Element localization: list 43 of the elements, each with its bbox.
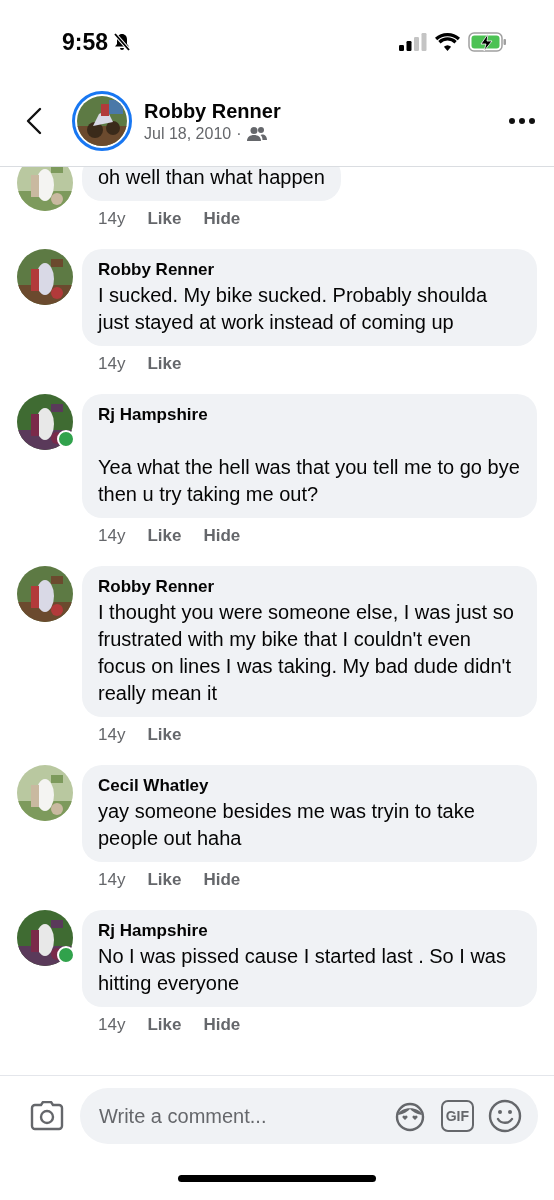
signal-icon [399,33,427,51]
comment-time: 14y [98,1015,126,1035]
commenter-name[interactable]: Robby Renner [98,258,521,282]
comment-action-link[interactable]: Hide [203,870,241,890]
gif-button[interactable]: GIF [440,1100,474,1132]
camera-icon [30,1101,64,1131]
more-icon [508,117,536,125]
comment-text: yay someone besides me was tryin to take people out haha [98,799,476,851]
status-time: 9:58 [62,28,109,56]
comment-action-link[interactable]: Like [147,354,182,374]
comment-text: oh well than what happen [98,167,325,190]
comment-action-link[interactable]: Like [147,209,182,229]
comment-time: 14y [98,354,126,374]
comment-time: 14y [98,870,126,890]
comment-action-link[interactable]: Hide [203,526,241,546]
comment-action-link[interactable]: Like [147,870,182,890]
separator-dot: · [236,124,242,143]
comment-text: I sucked. My bike sucked. Probably shoulda just stayed at work instead of coming up [98,283,489,335]
comment-action-link[interactable]: Like [147,725,182,745]
profile-avatar[interactable] [72,91,132,151]
profile-name[interactable]: Robby Renner [144,99,504,123]
commenter-name[interactable]: Rj Hampshire [98,919,521,943]
post-date: Jul 18, 2010 [144,124,232,143]
comment-input-field[interactable]: Write a comment... GIF [80,1088,538,1144]
home-indicator[interactable] [178,1174,376,1182]
comment-time: 14y [98,209,126,229]
back-icon [26,107,42,135]
battery-charging-icon [468,32,508,52]
comment-text: I thought you were someone else, I was just so frustrated with my bike that I couldn't even focus on lines I was taking. My bad dude didn't really mean it [98,600,515,706]
emoji-icon[interactable] [488,1099,522,1133]
comment-time: 14y [98,526,126,546]
comment-action-link[interactable]: Hide [203,209,241,229]
friends-icon [246,125,267,142]
commenter-name[interactable]: Rj Hampshire [98,403,521,427]
commenter-name[interactable]: Cecil Whatley [98,774,521,798]
comment-text: Yea what the hell was that you tell me to go bye then u try taking me out? [98,455,521,507]
comment-action-link[interactable]: Like [147,526,182,546]
wifi-icon [435,33,460,51]
comment-time: 14y [98,725,126,745]
comment-action-link[interactable]: Hide [203,1015,241,1035]
commenter-name[interactable]: Robby Renner [98,575,521,599]
comment-action-link[interactable]: Like [147,1015,182,1035]
comment-text: No I was pissed cause I started last . So I was hitting everyone [98,944,507,996]
